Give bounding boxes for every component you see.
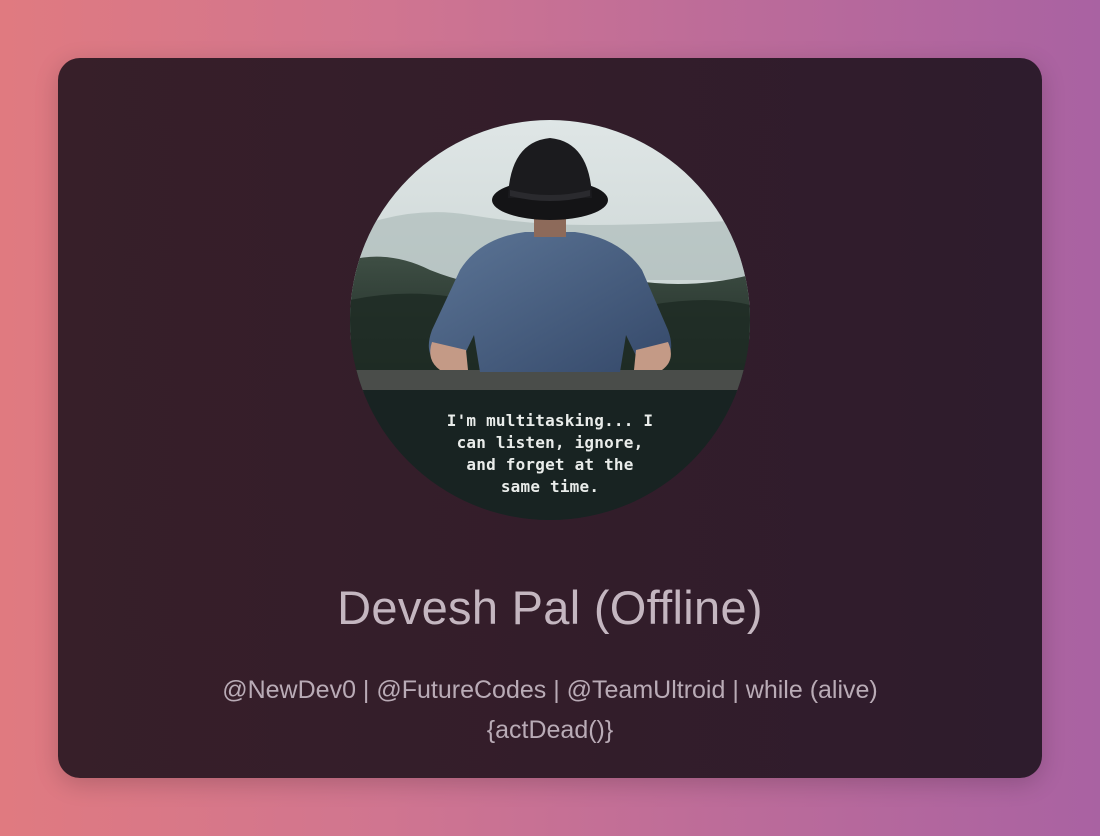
avatar-caption-line: I'm multitasking... I	[446, 411, 654, 430]
avatar-caption-line: can listen, ignore,	[456, 433, 644, 452]
profile-avatar[interactable]: I'm multitasking... I can listen, ignore…	[350, 120, 750, 520]
profile-card: I'm multitasking... I can listen, ignore…	[58, 58, 1042, 778]
avatar-caption-line: same time.	[500, 477, 600, 496]
avatar-caption: I'm multitasking... I can listen, ignore…	[350, 410, 750, 498]
profile-name: Devesh Pal (Offline)	[337, 581, 763, 634]
profile-bio: @NewDev0 | @FutureCodes | @TeamUltroid |…	[222, 676, 878, 744]
avatar-caption-line: and forget at the	[466, 455, 634, 474]
